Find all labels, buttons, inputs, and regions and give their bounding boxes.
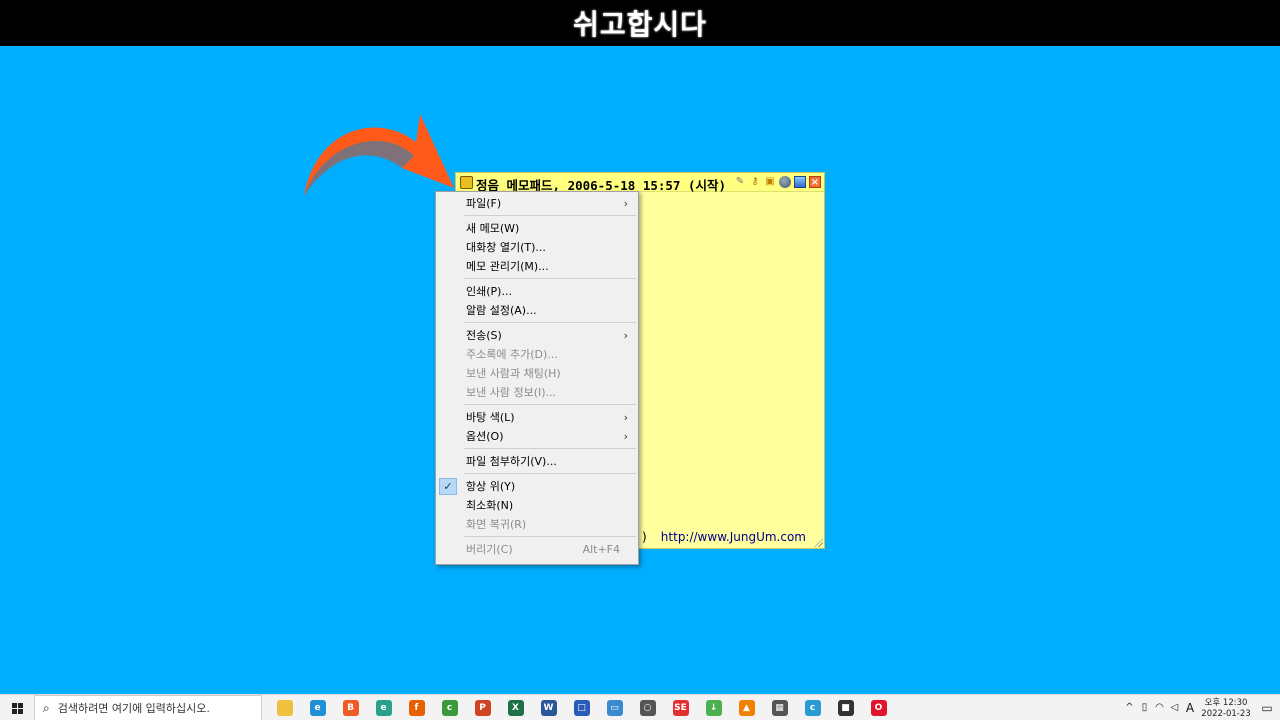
chevron-right-icon: › [623,197,628,210]
taskbar-search-box[interactable]: ⌕ 검색하려면 여기에 입력하십시오. [34,695,262,720]
chevron-right-icon: › [623,430,628,443]
opera-icon: O [870,700,887,716]
ime-indicator[interactable]: A [1182,695,1198,720]
edge-icon: e [309,700,326,716]
menu-item-new-memo[interactable]: 새 메모(W) [436,219,638,238]
search-placeholder: 검색하려면 여기에 입력하십시오. [57,702,210,715]
menu-item-chat-sender[interactable]: 보낸 사람과 채팅(H) [436,364,638,383]
resize-grip-icon[interactable] [814,538,823,547]
menu-item-discard[interactable]: 버리기(C) Alt+F4 [436,540,638,559]
calculator-icon: ▦ [771,700,788,716]
menu-item-send[interactable]: 전송(S) › [436,326,638,345]
banner-title: 쉬고합시다 [573,8,707,41]
memo-app-icon[interactable] [460,176,473,189]
chrome-beta-icon: c [804,700,821,716]
speaker-icon[interactable]: ◁ [1167,695,1182,720]
taskbar-app[interactable]: c [433,695,466,720]
menu-item-memo-manager[interactable]: 메모 관리기(M)... [436,257,638,276]
chevron-up-icon[interactable]: ^ [1122,695,1137,720]
menu-item-attach-file[interactable]: 파일 첨부하기(V)... [436,452,638,471]
pencil-icon[interactable]: ✎ [734,176,746,188]
firefox-icon: f [408,700,425,716]
taskbar-app[interactable]: B [334,695,367,720]
window-icon[interactable] [794,176,806,188]
shortcut-label: Alt+F4 [582,543,620,556]
lock-icon[interactable]: ▣ [764,176,776,188]
word-icon: W [540,700,557,716]
remote-desktop-icon: ▭ [606,700,623,716]
taskbar-app[interactable] [268,695,301,720]
memo-url-link[interactable]: http://www.JungUm.com [661,530,806,544]
menu-item-sender-info[interactable]: 보낸 사람 정보(I)... [436,383,638,402]
taskbar-app[interactable]: ■ [829,695,862,720]
taskbar-app[interactable]: ▭ [598,695,631,720]
taskbar-app[interactable]: ↓ [697,695,730,720]
close-icon[interactable]: × [809,176,821,188]
menu-item-bg-color[interactable]: 바탕 색(L) › [436,408,638,427]
powerpoint-icon: P [474,700,491,716]
search-tool-icon: ○ [639,700,656,716]
clock-time: 오후 12:30 [1204,698,1248,708]
taskbar-app[interactable]: e [367,695,400,720]
se-app-icon: SE [672,700,689,716]
windows-logo-icon [11,702,23,714]
menu-item-alarm[interactable]: 알람 설정(A)... [436,301,638,320]
taskbar-app[interactable]: e [301,695,334,720]
chevron-right-icon: › [623,329,628,342]
curved-arrow-icon [304,114,454,196]
memo-titlebar[interactable]: 정음 메모패드, 2006-5-18 15:57 (시작) ✎ ⚷ ▣ × [456,173,824,193]
clock[interactable]: 오후 12:30 2022-01-23 [1198,696,1254,720]
checkmark-icon: ✓ [439,478,457,495]
taskbar-app[interactable]: ○ [631,695,664,720]
menu-item-print[interactable]: 인쇄(P)... [436,282,638,301]
taskbar-app[interactable]: SE [664,695,697,720]
chrome-icon: c [441,700,458,716]
system-tray: ^ ▯ ◠ ◁ A 오후 12:30 2022-01-23 ▭ [1122,695,1280,720]
search-icon: ⌕ [43,700,50,715]
battery-icon[interactable]: ▯ [1137,695,1152,720]
file-explorer-icon [276,700,293,716]
brave-icon: B [342,700,359,716]
top-banner: 쉬고합시다 [0,0,1280,46]
menu-item-options[interactable]: 옵션(O) › [436,427,638,446]
key-icon[interactable]: ⚷ [749,176,761,188]
taskbar-app[interactable]: X [499,695,532,720]
menu-item-open-chat[interactable]: 대화창 열기(T)... [436,238,638,257]
memo-partial-text: ) [642,530,647,544]
menu-item-minimize[interactable]: 최소화(N) [436,496,638,515]
menu-item-add-contact[interactable]: 주소록에 추가(D)... [436,345,638,364]
chevron-right-icon: › [623,411,628,424]
excel-icon: X [507,700,524,716]
taskbar-app[interactable]: W [532,695,565,720]
app-blue-icon: □ [573,700,590,716]
menu-item-always-on-top[interactable]: ✓ 항상 위(Y) [436,477,638,496]
clock-date: 2022-01-23 [1201,709,1251,719]
taskbar-app[interactable]: ▲ [730,695,763,720]
download-app-icon: ↓ [705,700,722,716]
taskbar-app[interactable]: f [400,695,433,720]
taskbar: ⌕ 검색하려면 여기에 입력하십시오. e Be f c P X W □ ▭ ○ SE ↓ ▲ ▦ c ■ O … [0,694,1280,720]
notification-icon[interactable]: ▭ [1254,695,1280,720]
taskbar-app[interactable]: P [466,695,499,720]
menu-item-restore[interactable]: 화면 복귀(R) [436,515,638,534]
titlebar-icons: ✎ ⚷ ▣ × [734,176,821,188]
taskbar-app[interactable]: O [862,695,895,720]
taskbar-app[interactable]: □ [565,695,598,720]
edge-dev-icon: e [375,700,392,716]
context-menu: 파일(F) › 새 메모(W) 대화창 열기(T)... 메모 관리기(M)...… [435,191,639,565]
start-button[interactable] [0,695,34,720]
taskbar-app[interactable]: c [796,695,829,720]
taskbar-apps: e Be f c P X W □ ▭ ○ SE ↓ ▲ ▦ c ■ O [268,695,895,720]
vlc-icon: ▲ [738,700,755,716]
ball-icon[interactable] [779,176,791,188]
sticky-notes-icon: ■ [837,700,854,716]
wifi-icon[interactable]: ◠ [1152,695,1167,720]
taskbar-app[interactable]: ▦ [763,695,796,720]
menu-item-file[interactable]: 파일(F) › [436,194,638,213]
